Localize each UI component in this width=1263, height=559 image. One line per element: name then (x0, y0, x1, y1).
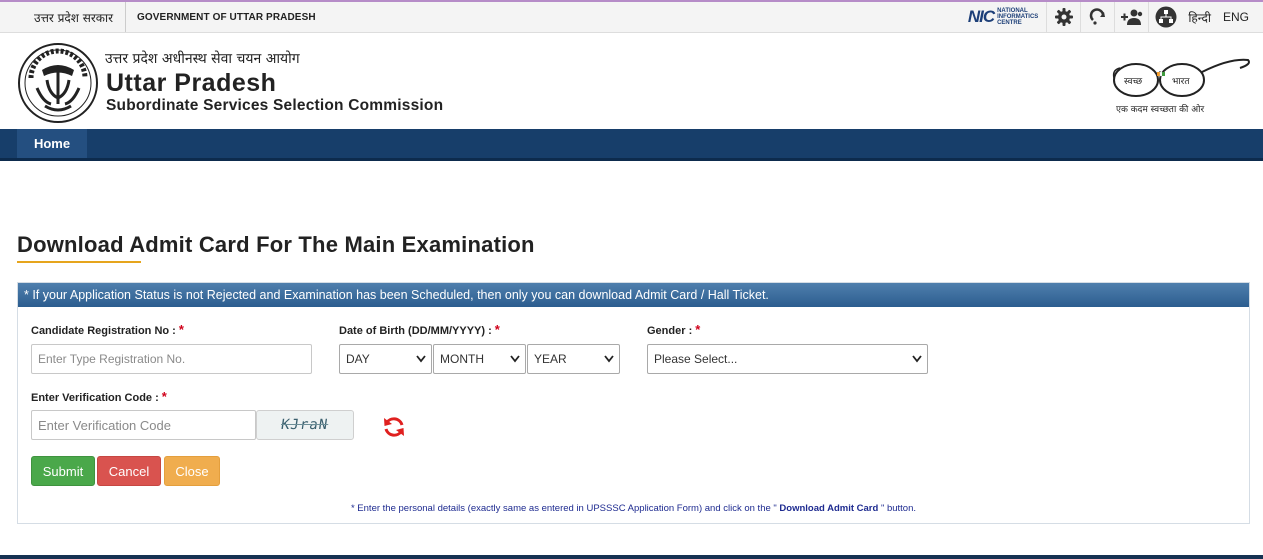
add-people-icon[interactable] (1114, 2, 1148, 32)
redo-icon[interactable] (1080, 2, 1114, 32)
org-hindi-name: उत्तर प्रदेश अधीनस्थ सेवा चयन आयोग (105, 51, 300, 67)
nic-mark: NIC (967, 7, 995, 26)
reg-no-label: Candidate Registration No : * (31, 322, 184, 337)
captcha-text: KJraN (280, 417, 330, 433)
state-hindi-label: उत्तर प्रदेश सरकार (0, 2, 127, 32)
lang-english-link[interactable]: ENG (1217, 2, 1263, 32)
chevron-down-icon (416, 355, 426, 363)
dob-year-select[interactable]: YEAR (527, 344, 620, 374)
state-english-label: GOVERNMENT OF UTTAR PRADESH (137, 11, 316, 23)
gender-label: Gender : * (647, 322, 701, 337)
gender-select[interactable]: Please Select... (647, 344, 928, 374)
svg-text:स्वच्छ: स्वच्छ (1124, 77, 1143, 87)
sitemap-icon[interactable] (1148, 2, 1182, 32)
nav-home-link[interactable]: Home (17, 129, 87, 158)
dob-month-select[interactable]: MONTH (433, 344, 526, 374)
org-title: Uttar Pradesh (106, 69, 277, 97)
nic-text: NATIONAL INFORMATICS CENTRE (997, 8, 1039, 26)
dob-day-select[interactable]: DAY (339, 344, 432, 374)
page-title: Download Admit Card For The Main Examina… (17, 232, 535, 257)
captcha-image: KJraN (256, 410, 354, 440)
gear-icon[interactable] (1046, 2, 1080, 32)
chevron-down-icon (912, 355, 922, 363)
verification-code-input[interactable]: Enter Verification Code (31, 410, 256, 440)
svg-text:भारत: भारत (1172, 77, 1190, 87)
org-subtitle: Subordinate Services Selection Commissio… (106, 97, 444, 114)
registration-no-input[interactable]: Enter Type Registration No. (31, 344, 312, 374)
admit-card-form-panel: * If your Application Status is not Reje… (17, 282, 1250, 524)
refresh-captcha-icon[interactable] (382, 415, 406, 439)
site-header: उत्तर प्रदेश अधीनस्थ सेवा चयन आयोग Uttar… (0, 33, 1263, 129)
close-button[interactable]: Close (164, 456, 220, 486)
lang-hindi-link[interactable]: हिन्दी (1182, 2, 1217, 32)
cancel-button[interactable]: Cancel (97, 456, 161, 486)
title-underline (17, 261, 141, 263)
status-notice: * If your Application Status is not Reje… (18, 283, 1249, 307)
verification-code-label: Enter Verification Code : * (31, 389, 167, 404)
top-bar: उत्तर प्रदेश सरकार GOVERNMENT OF UTTAR P… (0, 0, 1263, 33)
main-nav: Home (0, 129, 1263, 161)
up-emblem-logo[interactable] (17, 42, 99, 124)
nic-logo[interactable]: NIC NATIONAL INFORMATICS CENTRE (960, 2, 1047, 32)
chevron-down-icon (604, 355, 614, 363)
swachh-tagline: एक कदम स्वच्छता की ओर (1116, 105, 1205, 115)
instruction-note: * Enter the personal details (exactly sa… (350, 503, 917, 514)
submit-button[interactable]: Submit (31, 456, 95, 486)
footer-bar (0, 555, 1263, 559)
chevron-down-icon (510, 355, 520, 363)
dob-label: Date of Birth (DD/MM/YYYY) : * (339, 322, 500, 337)
